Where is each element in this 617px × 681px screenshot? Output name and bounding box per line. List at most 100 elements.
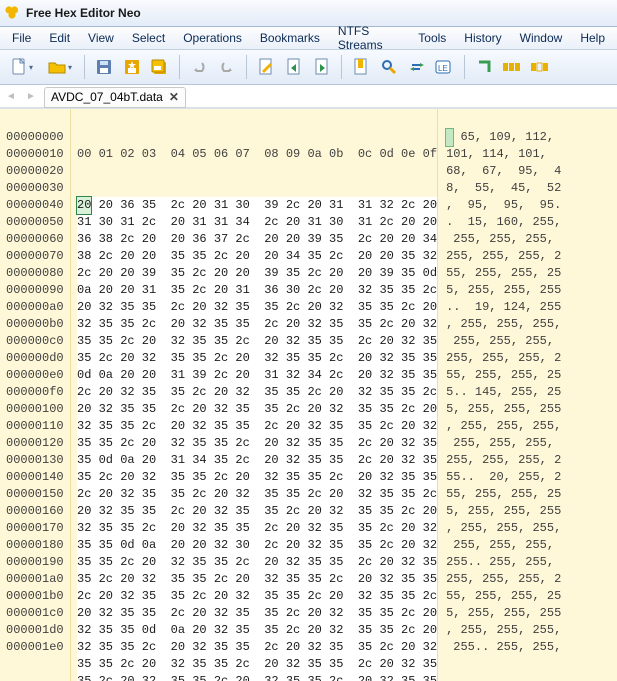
ascii-row[interactable]: 5, 255, 255, 255: [446, 282, 613, 299]
ascii-row[interactable]: 255, 255, 255,: [446, 537, 613, 554]
hex-row[interactable]: 32 35 35 2c 20 32 35 35 2c 20 32 35 35 2…: [77, 418, 437, 435]
hex-row[interactable]: 36 38 2c 20 20 36 37 2c 20 20 39 35 2c 2…: [77, 231, 437, 248]
ascii-row[interactable]: , 255, 255, 255,: [446, 622, 613, 639]
ascii-row[interactable]: 5, 255, 255, 255: [446, 401, 613, 418]
hex-row[interactable]: 0a 20 20 31 35 2c 20 31 36 30 2c 20 32 3…: [77, 282, 437, 299]
select-alt-button[interactable]: [527, 54, 553, 80]
ascii-row[interactable]: .. 19, 124, 255: [446, 299, 613, 316]
file-tab[interactable]: AVDC_07_04bT.data ✕: [44, 87, 186, 108]
hex-row[interactable]: 2c 20 32 35 35 2c 20 32 35 35 2c 20 32 3…: [77, 588, 437, 605]
undo-button[interactable]: [186, 54, 212, 80]
hex-row[interactable]: 20 32 35 35 2c 20 32 35 35 2c 20 32 35 3…: [77, 299, 437, 316]
hex-row[interactable]: 35 35 2c 20 32 35 35 2c 20 32 35 35 2c 2…: [77, 656, 437, 673]
menu-window[interactable]: Window: [512, 29, 571, 47]
bookmark-button[interactable]: [348, 54, 374, 80]
hex-row[interactable]: 20 32 35 35 2c 20 32 35 35 2c 20 32 35 3…: [77, 503, 437, 520]
ascii-row[interactable]: 255, 255, 255, 2: [446, 248, 613, 265]
hex-row[interactable]: 2c 20 32 35 35 2c 20 32 35 35 2c 20 32 3…: [77, 486, 437, 503]
hex-row[interactable]: 20 32 35 35 2c 20 32 35 35 2c 20 32 35 3…: [77, 401, 437, 418]
save-all-button[interactable]: [147, 54, 173, 80]
find-button[interactable]: [376, 54, 402, 80]
menu-view[interactable]: View: [80, 29, 122, 47]
ascii-row[interactable]: , 255, 255, 255,: [446, 316, 613, 333]
hex-row[interactable]: 35 35 2c 20 32 35 35 2c 20 32 35 35 2c 2…: [77, 554, 437, 571]
ascii-row[interactable]: 55, 255, 255, 25: [446, 588, 613, 605]
ascii-row[interactable]: 255, 255, 255,: [446, 231, 613, 248]
ascii-column[interactable]: 65, 109, 112, 101, 114, 101, 68, 67, 95,…: [438, 109, 617, 681]
open-file-button[interactable]: ▾: [42, 54, 78, 80]
menu-edit[interactable]: Edit: [41, 29, 78, 47]
menu-ntfs[interactable]: NTFS Streams: [330, 22, 408, 54]
hex-row[interactable]: 35 0d 0a 20 31 34 35 2c 20 32 35 35 2c 2…: [77, 452, 437, 469]
file-tab-label: AVDC_07_04bT.data: [51, 90, 163, 104]
ascii-row[interactable]: 8, 55, 45, 52: [446, 180, 613, 197]
hex-row[interactable]: 32 35 35 2c 20 32 35 35 2c 20 32 35 35 2…: [77, 639, 437, 656]
select-rect-button[interactable]: [471, 54, 497, 80]
close-tab-button[interactable]: ✕: [169, 90, 179, 104]
select-span-button[interactable]: [499, 54, 525, 80]
edit-doc-button[interactable]: [253, 54, 279, 80]
menu-file[interactable]: File: [4, 29, 39, 47]
ascii-row[interactable]: 68, 67, 95, 4: [446, 163, 613, 180]
ascii-row[interactable]: , 255, 255, 255,: [446, 520, 613, 537]
hex-row[interactable]: 32 35 35 0d 0a 20 32 35 35 2c 20 32 35 3…: [77, 622, 437, 639]
ascii-row[interactable]: 255, 255, 255, 2: [446, 571, 613, 588]
ascii-row[interactable]: 55, 255, 255, 25: [446, 265, 613, 282]
encoding-button[interactable]: LE: [432, 54, 458, 80]
cursor-ascii[interactable]: [446, 129, 453, 146]
ascii-row[interactable]: 55, 255, 255, 25: [446, 486, 613, 503]
hex-row[interactable]: 35 35 0d 0a 20 20 32 30 2c 20 32 35 35 2…: [77, 537, 437, 554]
ascii-row[interactable]: 255, 255, 255, 2: [446, 350, 613, 367]
save-as-button[interactable]: [119, 54, 145, 80]
ascii-row[interactable]: 255, 255, 255,: [446, 435, 613, 452]
tab-back-button[interactable]: ◄: [4, 91, 18, 102]
hex-row[interactable]: 32 35 35 2c 20 32 35 35 2c 20 32 35 35 2…: [77, 520, 437, 537]
ascii-row[interactable]: 255, 255, 255, 2: [446, 452, 613, 469]
ascii-row[interactable]: 5.. 145, 255, 25: [446, 384, 613, 401]
hex-row[interactable]: 20 32 35 35 2c 20 32 35 35 2c 20 32 35 3…: [77, 605, 437, 622]
menu-help[interactable]: Help: [572, 29, 613, 47]
tab-forward-button[interactable]: ►: [24, 91, 38, 102]
save-button[interactable]: [91, 54, 117, 80]
ascii-row[interactable]: 255, 255, 255,: [446, 333, 613, 350]
cursor-byte[interactable]: 20: [77, 197, 91, 214]
ascii-row[interactable]: 101, 114, 101,: [446, 146, 613, 163]
menu-operations[interactable]: Operations: [175, 29, 250, 47]
hex-row[interactable]: 35 35 2c 20 32 35 35 2c 20 32 35 35 2c 2…: [77, 435, 437, 452]
ascii-row[interactable]: . 15, 160, 255,: [446, 214, 613, 231]
hex-row[interactable]: 38 2c 20 20 35 35 2c 20 20 34 35 2c 20 2…: [77, 248, 437, 265]
toolbar-sep: [84, 55, 85, 79]
ascii-row[interactable]: 55, 255, 255, 25: [446, 367, 613, 384]
ascii-row[interactable]: 255.. 255, 255,: [446, 554, 613, 571]
hex-row[interactable]: 35 35 2c 20 32 35 35 2c 20 32 35 35 2c 2…: [77, 333, 437, 350]
menu-history[interactable]: History: [456, 29, 509, 47]
menu-select[interactable]: Select: [124, 29, 173, 47]
hex-row[interactable]: 32 35 35 2c 20 32 35 35 2c 20 32 35 35 2…: [77, 316, 437, 333]
offset-row: 00000080: [6, 265, 70, 282]
hex-row[interactable]: 20 20 36 35 2c 20 31 30 39 2c 20 31 31 3…: [77, 197, 437, 214]
doc-prev-button[interactable]: [281, 54, 307, 80]
ascii-row[interactable]: 5, 255, 255, 255: [446, 605, 613, 622]
replace-button[interactable]: [404, 54, 430, 80]
ascii-row[interactable]: 5, 255, 255, 255: [446, 503, 613, 520]
ascii-row[interactable]: 65, 109, 112,: [446, 129, 613, 146]
hex-row[interactable]: 0d 0a 20 20 31 39 2c 20 31 32 34 2c 20 3…: [77, 367, 437, 384]
hex-editor[interactable]: 0000000000000010000000200000003000000040…: [0, 108, 617, 681]
new-file-button[interactable]: ▾: [4, 54, 40, 80]
ascii-row[interactable]: 255.. 255, 255,: [446, 639, 613, 656]
doc-next-button[interactable]: [309, 54, 335, 80]
hex-row[interactable]: 2c 20 32 35 35 2c 20 32 35 35 2c 20 32 3…: [77, 384, 437, 401]
ascii-row[interactable]: , 95, 95, 95.: [446, 197, 613, 214]
hex-row[interactable]: 35 2c 20 32 35 35 2c 20 32 35 35 2c 20 3…: [77, 469, 437, 486]
hex-row[interactable]: 35 2c 20 32 35 35 2c 20 32 35 35 2c 20 3…: [77, 350, 437, 367]
hex-row[interactable]: 31 30 31 2c 20 31 31 34 2c 20 31 30 31 2…: [77, 214, 437, 231]
hex-row[interactable]: 2c 20 20 39 35 2c 20 20 39 35 2c 20 20 3…: [77, 265, 437, 282]
ascii-row[interactable]: , 255, 255, 255,: [446, 418, 613, 435]
hex-row[interactable]: 35 2c 20 32 35 35 2c 20 32 35 35 2c 20 3…: [77, 673, 437, 681]
hex-row[interactable]: 35 2c 20 32 35 35 2c 20 32 35 35 2c 20 3…: [77, 571, 437, 588]
redo-button[interactable]: [214, 54, 240, 80]
menu-bookmarks[interactable]: Bookmarks: [252, 29, 328, 47]
ascii-row[interactable]: 55.. 20, 255, 2: [446, 469, 613, 486]
menu-tools[interactable]: Tools: [410, 29, 454, 47]
hex-bytes-column[interactable]: 00 01 02 03 04 05 06 07 08 09 0a 0b 0c 0…: [71, 109, 438, 681]
